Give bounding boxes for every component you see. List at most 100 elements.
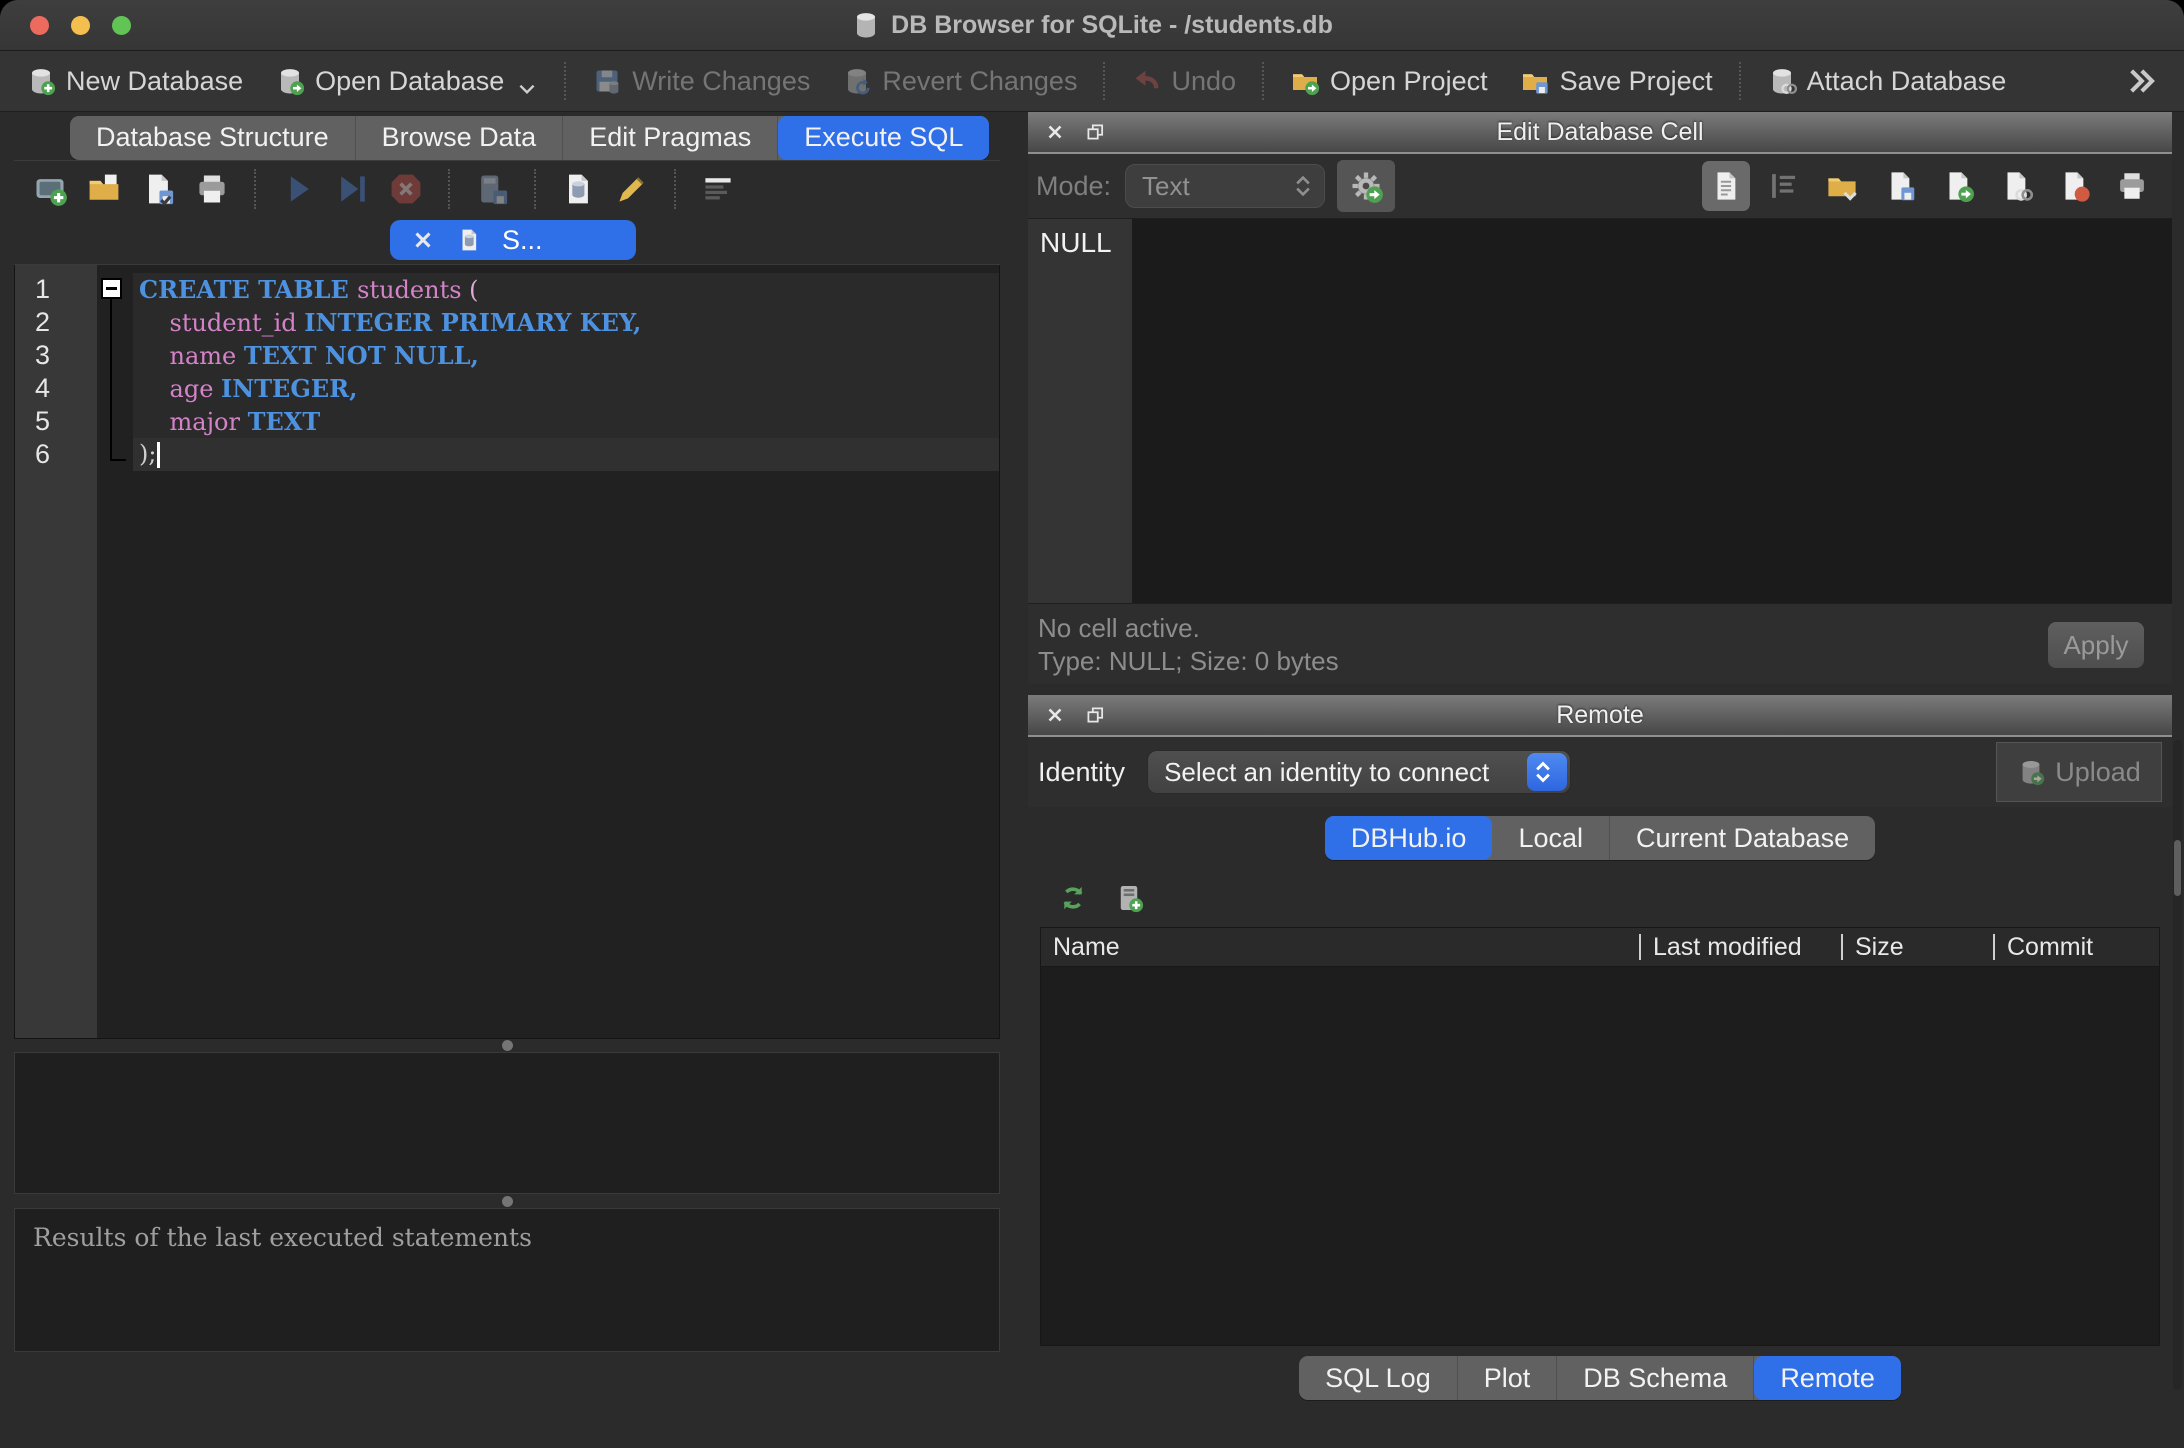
- tab-db-schema[interactable]: DB Schema: [1557, 1356, 1754, 1400]
- fold-marker-icon[interactable]: [101, 278, 122, 299]
- undo-icon: [1131, 66, 1161, 96]
- stop-execution-button[interactable]: [382, 166, 430, 212]
- refresh-icon[interactable]: [1058, 883, 1088, 913]
- execute-sql-button[interactable]: [274, 166, 322, 212]
- save-results-button[interactable]: [468, 166, 516, 212]
- code-text-area[interactable]: CREATE TABLE students ( student_id INTEG…: [133, 265, 999, 1038]
- open-database-icon: [275, 66, 305, 96]
- undo-button[interactable]: Undo: [1115, 59, 1252, 103]
- tab-remote[interactable]: Remote: [1754, 1356, 1901, 1400]
- column-header-size[interactable]: Size: [1841, 934, 1993, 960]
- table-header-row: Name Last modified Size Commit: [1041, 928, 2159, 967]
- column-header-last-modified[interactable]: Last modified: [1639, 934, 1841, 960]
- word-wrap-button[interactable]: [694, 166, 742, 212]
- tab-current-database[interactable]: Current Database: [1610, 816, 1875, 860]
- open-database-button[interactable]: Open Database: [259, 59, 554, 103]
- sql-tab[interactable]: S...: [390, 220, 636, 260]
- save-project-button[interactable]: Save Project: [1504, 59, 1729, 103]
- title-bar: DB Browser for SQLite - /students.db: [0, 0, 2184, 51]
- float-panel-icon[interactable]: [1082, 119, 1108, 145]
- cell-status-line1: No cell active.: [1038, 612, 2172, 645]
- tab-sql-log[interactable]: SQL Log: [1299, 1356, 1458, 1400]
- cell-status-bar: No cell active. Type: NULL; Size: 0 byte…: [1028, 603, 2172, 684]
- panel-title: Edit Database Cell: [1028, 118, 2172, 147]
- text-mode-button[interactable]: [1702, 161, 1750, 211]
- close-panel-icon[interactable]: [1042, 702, 1068, 728]
- export-save-icon: [1883, 169, 1917, 203]
- tab-browse-data[interactable]: Browse Data: [356, 116, 564, 160]
- copy-link-button[interactable]: [1992, 161, 2040, 211]
- auto-format-button[interactable]: [1760, 161, 1808, 211]
- apply-format-button[interactable]: [1337, 160, 1395, 212]
- code-line: major TEXT: [133, 405, 999, 438]
- attach-database-icon: [1767, 66, 1797, 96]
- dock-panels: Edit Database Cell Mode: Text: [1028, 112, 2172, 1402]
- bottom-tab-bar: SQL Log Plot DB Schema Remote: [1028, 1346, 2172, 1410]
- close-panel-icon[interactable]: [1042, 119, 1068, 145]
- import-cell-data-button[interactable]: [1818, 161, 1866, 211]
- tab-database-structure[interactable]: Database Structure: [70, 116, 356, 160]
- toolbar-separator: [534, 169, 536, 209]
- write-changes-button[interactable]: Write Changes: [576, 59, 826, 103]
- float-panel-icon[interactable]: [1082, 702, 1108, 728]
- toolbar-separator: [1739, 62, 1741, 100]
- open-database-dropdown-icon[interactable]: [516, 78, 538, 100]
- execute-current-line-button[interactable]: [328, 166, 376, 212]
- horizontal-splitter[interactable]: [14, 1039, 1000, 1053]
- export-sql-button[interactable]: [554, 166, 602, 212]
- toolbar-separator: [448, 169, 450, 209]
- scrollbar-handle[interactable]: [2174, 840, 2181, 896]
- sql-code-editor[interactable]: 1 2 3 4 5 6 CREATE TABLE students ( stud…: [14, 265, 1000, 1039]
- save-sql-file-button[interactable]: [134, 166, 182, 212]
- print-cell-button[interactable]: [2108, 161, 2156, 211]
- splitter-handle[interactable]: [502, 1040, 513, 1051]
- tab-execute-sql[interactable]: Execute SQL: [778, 116, 989, 160]
- print-sql-button[interactable]: [188, 166, 236, 212]
- mode-select[interactable]: Text: [1125, 164, 1325, 208]
- vertical-scrollbar[interactable]: [2173, 740, 2182, 1390]
- close-sql-tab-icon[interactable]: [410, 227, 436, 253]
- document-icon: [1709, 169, 1743, 203]
- open-project-button[interactable]: Open Project: [1274, 59, 1504, 103]
- open-sql-file-button[interactable]: [80, 166, 128, 212]
- cell-status-line2: Type: NULL; Size: 0 bytes: [1038, 645, 2172, 678]
- new-sql-tab-button[interactable]: [26, 166, 74, 212]
- tab-dbhub[interactable]: DBHub.io: [1325, 816, 1493, 860]
- play-to-cursor-icon: [334, 171, 370, 207]
- revert-changes-button[interactable]: Revert Changes: [826, 59, 1093, 103]
- tab-plot[interactable]: Plot: [1458, 1356, 1558, 1400]
- tab-edit-pragmas[interactable]: Edit Pragmas: [563, 116, 778, 160]
- code-line: age INTEGER,: [133, 372, 999, 405]
- export-cell-data-button[interactable]: [1876, 161, 1924, 211]
- tab-local[interactable]: Local: [1492, 816, 1610, 860]
- attach-database-button[interactable]: Attach Database: [1751, 59, 2023, 103]
- sql-workspace-pane: Database Structure Browse Data Edit Prag…: [14, 112, 1000, 1352]
- cell-text-area[interactable]: [1132, 219, 2172, 603]
- code-line: CREATE TABLE students (: [133, 273, 999, 306]
- horizontal-splitter[interactable]: [14, 1194, 1000, 1208]
- column-header-commit[interactable]: Commit: [1993, 934, 2159, 960]
- table-body[interactable]: [1041, 967, 2159, 1345]
- set-null-button[interactable]: [2050, 161, 2098, 211]
- play-icon: [280, 171, 316, 207]
- cell-editor-body[interactable]: NULL: [1028, 219, 2172, 603]
- new-database-icon: [26, 66, 56, 96]
- column-header-name[interactable]: Name: [1041, 934, 1639, 960]
- identity-label: Identity: [1038, 757, 1125, 788]
- stepper-icon: [1290, 170, 1324, 202]
- new-tab-icon: [32, 171, 68, 207]
- format-sql-button[interactable]: [608, 166, 656, 212]
- revert-changes-icon: [842, 66, 872, 96]
- upload-button[interactable]: Upload: [1996, 742, 2162, 802]
- fold-guide-line: [110, 299, 126, 461]
- gear-icon: [1348, 168, 1384, 204]
- toolbar-overflow-button[interactable]: [2108, 59, 2174, 103]
- toolbar-separator: [1103, 62, 1105, 100]
- save-as-button[interactable]: [1934, 161, 1982, 211]
- new-database-button[interactable]: New Database: [10, 59, 259, 103]
- cell-editor-toolbar: [1702, 161, 2164, 211]
- add-server-icon[interactable]: [1114, 883, 1144, 913]
- identity-select[interactable]: Select an identity to connect: [1147, 750, 1571, 794]
- splitter-handle[interactable]: [502, 1196, 513, 1207]
- apply-button[interactable]: Apply: [2048, 622, 2144, 668]
